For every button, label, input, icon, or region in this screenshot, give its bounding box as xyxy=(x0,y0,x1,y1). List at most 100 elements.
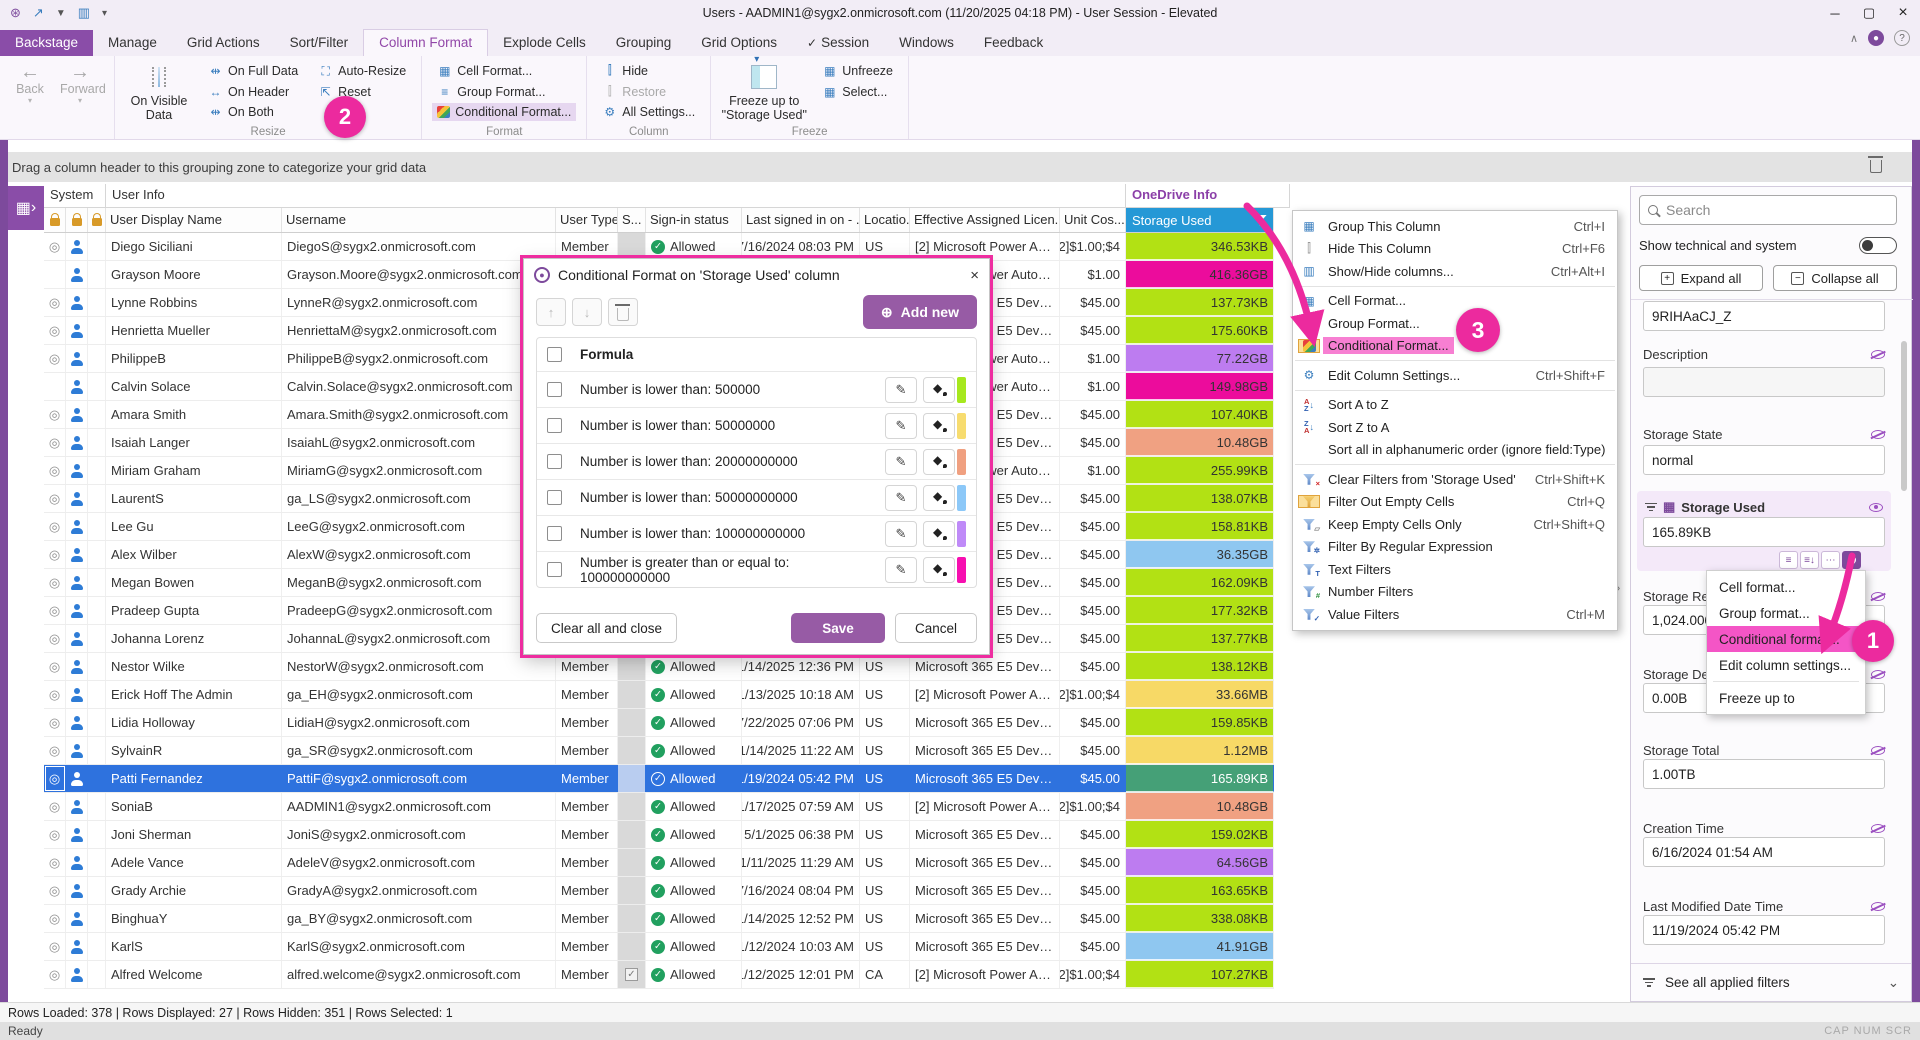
cell-username[interactable]: GradyA@sygx2.onmicrosoft.com xyxy=(282,877,556,904)
move-up-button[interactable]: ↑ xyxy=(536,298,566,326)
menu-item-sort-z-to-a[interactable]: ZA↓ Sort Z to A xyxy=(1293,416,1617,439)
row-selector-cell[interactable]: ◎ xyxy=(44,317,66,344)
cell-storage-used[interactable]: 138.12KB xyxy=(1126,653,1274,680)
dialog-close-icon[interactable]: × xyxy=(970,267,979,284)
cell-display-name[interactable]: Patti Fernandez xyxy=(106,765,282,792)
row-selector-cell[interactable]: ◎ xyxy=(44,457,66,484)
cell-unit-cost[interactable]: $45.00 xyxy=(1060,625,1126,652)
cancel-button[interactable]: Cancel xyxy=(895,613,977,643)
cell-username[interactable]: LeeG@sygx2.onmicrosoft.com xyxy=(282,513,556,540)
menu-item-sort-all-in-alphanumeric-order-ignore-field-type-[interactable]: Sort all in alphanumeric order (ignore f… xyxy=(1293,439,1617,462)
group-format-button[interactable]: ≡Group Format... xyxy=(432,83,576,101)
edit-formula-button[interactable]: ✎ xyxy=(885,485,917,511)
cell-display-name[interactable]: Erick Hoff The Admin xyxy=(106,681,282,708)
cell-storage-used[interactable]: 416.36GB xyxy=(1126,261,1274,288)
cell-display-name[interactable]: Amara Smith xyxy=(106,401,282,428)
select-freeze-button[interactable]: ▦Select... xyxy=(817,83,898,101)
creation-time-field[interactable]: 6/16/2024 01:54 AM xyxy=(1643,837,1885,867)
eye-slash-icon[interactable] xyxy=(1871,592,1885,601)
cell-username[interactable]: DiegoS@sygx2.onmicrosoft.com xyxy=(282,233,556,260)
cell-s[interactable] xyxy=(618,233,646,260)
eye-icon[interactable] xyxy=(1869,503,1883,512)
cell-signin-status[interactable]: ✓Allowed xyxy=(646,905,742,932)
cell-display-name[interactable]: PhilippeB xyxy=(106,345,282,372)
cell-last-signed-in[interactable]: 11/14/2025 11:22 AM xyxy=(742,737,860,764)
cell-username[interactable]: ga_BY@sygx2.onmicrosoft.com xyxy=(282,905,556,932)
cell-username[interactable]: MeganB@sygx2.onmicrosoft.com xyxy=(282,569,556,596)
cell-display-name[interactable]: Miriam Graham xyxy=(106,457,282,484)
tab-grid-options[interactable]: Grid Options xyxy=(686,30,792,56)
cell-username[interactable]: PattiF@sygx2.onmicrosoft.com xyxy=(282,765,556,792)
cell-signin-status[interactable]: ✓Allowed xyxy=(646,765,742,792)
cell-s[interactable]: ✓ xyxy=(618,961,646,988)
cell-unit-cost[interactable]: $45.00 xyxy=(1060,821,1126,848)
row-selector-cell[interactable]: ◎ xyxy=(44,765,66,792)
cell-storage-used[interactable]: 255.99KB xyxy=(1126,457,1274,484)
cell-user-type[interactable]: Member xyxy=(556,933,618,960)
cell-display-name[interactable]: Nestor Wilke xyxy=(106,653,282,680)
row-selector-cell[interactable]: ◎ xyxy=(44,737,66,764)
cell-username[interactable]: Amara.Smith@sygx2.onmicrosoft.com xyxy=(282,401,556,428)
select-all-checkbox[interactable] xyxy=(547,347,562,362)
cell-last-signed-in[interactable]: 7/22/2025 07:06 PM xyxy=(742,709,860,736)
column-header-effective-assigned-licen-[interactable]: Effective Assigned Licen... xyxy=(910,208,1060,232)
eye-slash-icon[interactable] xyxy=(1871,902,1885,911)
tab-manage[interactable]: Manage xyxy=(93,30,172,56)
cell-location[interactable]: CA xyxy=(860,961,910,988)
cell-unit-cost[interactable]: $45.00 xyxy=(1060,877,1126,904)
on-both-button[interactable]: ⇹On Both xyxy=(203,103,303,121)
cell-unit-cost[interactable]: $45.00 xyxy=(1060,597,1126,624)
description-field[interactable] xyxy=(1643,367,1885,397)
menu-item-group-this-column[interactable]: ▦ Group This Column Ctrl+I xyxy=(1293,215,1617,238)
cell-storage-used[interactable]: 10.48GB xyxy=(1126,793,1274,820)
collapse-all-button[interactable]: −Collapse all xyxy=(1773,265,1897,291)
cell-storage-used[interactable]: 158.81KB xyxy=(1126,513,1274,540)
row-selector-cell[interactable]: ◎ xyxy=(44,933,66,960)
menu-item-keep-empty-cells-only[interactable]: ▱ Keep Empty Cells Only Ctrl+Shift+Q xyxy=(1293,513,1617,536)
cell-display-name[interactable]: SylvainR xyxy=(106,737,282,764)
save-button[interactable]: Save xyxy=(791,613,885,643)
forward-button[interactable]: → Forward▾ xyxy=(60,62,100,121)
tab-grouping[interactable]: Grouping xyxy=(601,30,687,56)
cell-signin-status[interactable]: ✓Allowed xyxy=(646,709,742,736)
edit-formula-button[interactable]: ✎ xyxy=(885,521,917,547)
table-row[interactable]: ◎ Nestor Wilke NestorW@sygx2.onmicrosoft… xyxy=(44,653,1274,681)
cell-display-name[interactable]: Lee Gu xyxy=(106,513,282,540)
cell-username[interactable]: NestorW@sygx2.onmicrosoft.com xyxy=(282,653,556,680)
row-selector-cell[interactable]: ◎ xyxy=(44,345,66,372)
band-user-info[interactable]: User Info xyxy=(106,184,1126,207)
checkbox-icon[interactable]: ✓ xyxy=(625,968,638,981)
cell-username[interactable]: LynneR@sygx2.onmicrosoft.com xyxy=(282,289,556,316)
formula-checkbox[interactable] xyxy=(547,418,562,433)
minimize-button[interactable]: ─ xyxy=(1818,0,1852,26)
cell-unit-cost[interactable]: $45.00 xyxy=(1060,905,1126,932)
help-icon[interactable]: ? xyxy=(1894,30,1910,46)
cell-unit-cost[interactable]: $45.00 xyxy=(1060,737,1126,764)
cell-last-signed-in[interactable]: 11/12/2024 10:03 AM xyxy=(742,933,860,960)
cell-s[interactable] xyxy=(618,653,646,680)
formula-checkbox[interactable] xyxy=(547,562,562,577)
back-button[interactable]: ← Back▾ xyxy=(10,62,50,121)
cell-display-name[interactable]: Lidia Holloway xyxy=(106,709,282,736)
cell-display-name[interactable]: Henrietta Mueller xyxy=(106,317,282,344)
cell-storage-used[interactable]: 41.91GB xyxy=(1126,933,1274,960)
cell-license[interactable]: Microsoft 365 E5 Develop xyxy=(910,737,1060,764)
table-row[interactable]: ◎ SoniaB AADMIN1@sygx2.onmicrosoft.com M… xyxy=(44,793,1274,821)
mini-menu-item-group-format-[interactable]: Group format... xyxy=(1707,600,1865,626)
cell-user-type[interactable]: Member xyxy=(556,765,618,792)
tab-sort-filter[interactable]: Sort/Filter xyxy=(275,30,364,56)
see-all-filters-button[interactable]: See all applied filters ⌄ xyxy=(1631,963,1911,1001)
on-header-button[interactable]: ↔On Header xyxy=(203,83,303,101)
edit-formula-button[interactable]: ✎ xyxy=(885,413,917,439)
cell-location[interactable]: US xyxy=(860,765,910,792)
cell-username[interactable]: PhilippeB@sygx2.onmicrosoft.com xyxy=(282,345,556,372)
last-modified-field[interactable]: 11/19/2024 05:42 PM xyxy=(1643,915,1885,945)
column-header-username[interactable]: Username xyxy=(282,208,556,232)
formula-row[interactable]: Number is lower than: 500000 ✎ xyxy=(537,371,976,407)
row-selector-cell[interactable]: ◎ xyxy=(44,289,66,316)
cell-unit-cost[interactable]: $45.00 xyxy=(1060,849,1126,876)
cell-last-signed-in[interactable]: 7/16/2024 08:03 PM xyxy=(742,233,860,260)
cell-unit-cost[interactable]: [2]$1.00;$4 xyxy=(1060,233,1126,260)
collapse-ribbon-icon[interactable]: ∧ xyxy=(1850,32,1858,45)
cell-storage-used[interactable]: 163.65KB xyxy=(1126,877,1274,904)
